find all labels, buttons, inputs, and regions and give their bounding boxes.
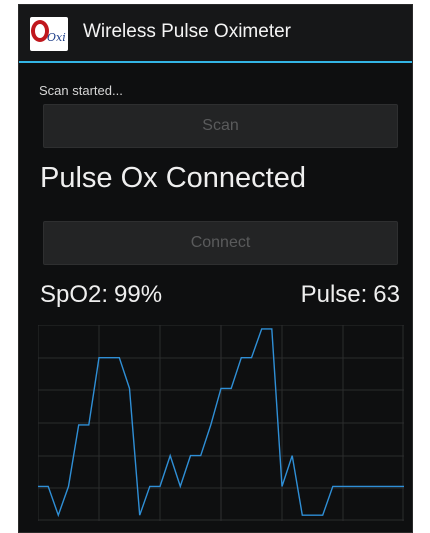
spo2-reading: SpO2: 99%: [40, 281, 162, 309]
connect-button-label: Connect: [190, 234, 251, 251]
app-title: Wireless Pulse Oximeter: [83, 21, 291, 42]
connect-button[interactable]: Connect: [43, 221, 398, 265]
logo-script-text: Oxi: [47, 31, 66, 44]
phone-screen: Oxi Wireless Pulse Oximeter Scan started…: [18, 4, 413, 533]
scan-status-text: Scan started...: [39, 83, 123, 98]
pulse-value: 63: [373, 281, 400, 308]
app-logo: Oxi: [30, 17, 68, 51]
connection-status: Pulse Ox Connected: [40, 162, 306, 194]
spo2-value: 99%: [114, 281, 163, 308]
scan-button[interactable]: Scan: [43, 104, 398, 148]
pulse-reading: Pulse: 63: [301, 281, 400, 309]
pleth-waveform-chart: [38, 325, 404, 521]
main-content: Scan started... Scan Pulse Ox Connected …: [19, 63, 412, 532]
scan-button-label: Scan: [202, 117, 239, 134]
spo2-label: SpO2:: [40, 281, 109, 308]
pulse-label: Pulse:: [300, 281, 368, 308]
action-bar: Oxi Wireless Pulse Oximeter: [19, 5, 412, 63]
